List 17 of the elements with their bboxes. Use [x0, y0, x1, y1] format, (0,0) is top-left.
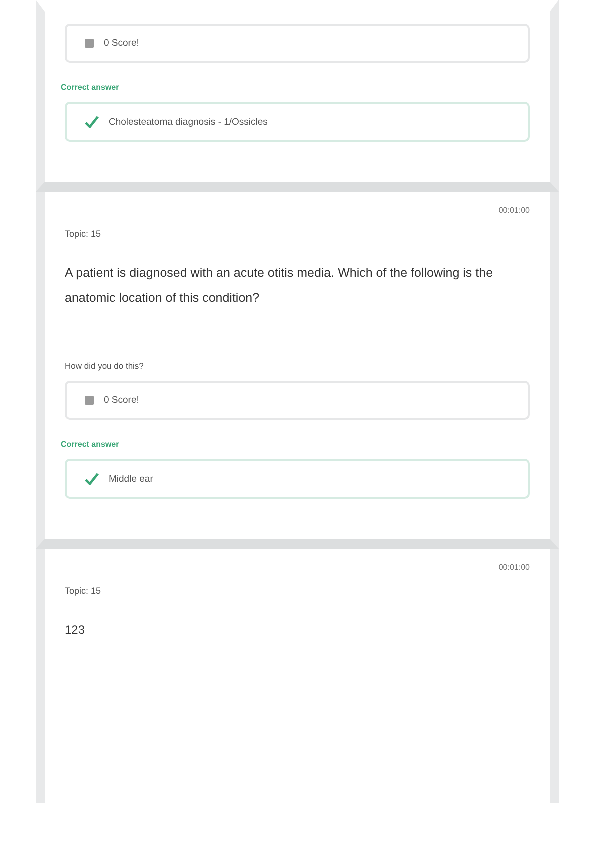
question-text: 123 [65, 622, 86, 639]
topic-label: Topic: 15 [65, 229, 102, 239]
correct-answer: Cholesteatoma diagnosis - 1/Ossicles [109, 116, 268, 128]
timestamp: 00:01:00 [498, 206, 530, 215]
user-answer: 0 Score! [104, 38, 140, 49]
square-icon [85, 39, 94, 48]
check-icon [85, 116, 99, 128]
check-icon [85, 473, 99, 485]
correct-answer: Middle ear [109, 474, 154, 484]
topic-label: Topic: 15 [65, 586, 102, 596]
correct-answer-label: Correct answer [61, 440, 120, 449]
answer-label: How did you do this? [65, 361, 145, 371]
correct-answer-label: Correct answer [61, 83, 120, 92]
question-text: A patient is diagnosed with an acute otitis media. Which of the following is the anatomic location of this condition? [65, 265, 494, 307]
timestamp: 00:01:00 [498, 563, 530, 572]
user-answer: 0 Score! [104, 395, 140, 406]
square-icon [85, 396, 94, 405]
